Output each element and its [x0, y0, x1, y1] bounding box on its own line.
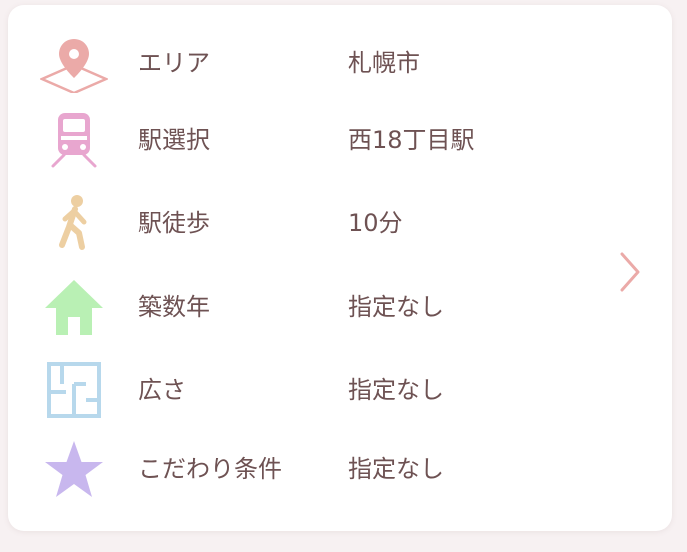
condition-label: こだわり条件: [138, 455, 282, 483]
house-icon: [40, 277, 108, 337]
condition-value: 指定なし: [348, 293, 444, 321]
condition-label: エリア: [138, 49, 210, 77]
map-pin-icon: [40, 33, 108, 93]
condition-label: 広さ: [138, 376, 186, 404]
condition-value: 札幌市: [348, 49, 420, 77]
condition-value: 10分: [348, 209, 403, 237]
chevron-right-icon[interactable]: [614, 249, 644, 295]
condition-value: 指定なし: [348, 455, 444, 483]
search-conditions-card[interactable]: エリア 札幌市 駅選択 西18丁目駅 駅徒歩 10分 築数年 指定なし 広さ 指…: [8, 5, 672, 531]
condition-row-special[interactable]: こだわり条件 指定なし: [8, 439, 608, 499]
star-icon: [40, 439, 108, 499]
condition-value: 西18丁目駅: [348, 126, 475, 154]
condition-row-station[interactable]: 駅選択 西18丁目駅: [8, 110, 608, 170]
condition-label: 築数年: [138, 293, 210, 321]
condition-label: 駅選択: [138, 126, 210, 154]
condition-label: 駅徒歩: [138, 209, 210, 237]
floor-plan-icon: [40, 360, 108, 420]
condition-row-walk-time[interactable]: 駅徒歩 10分: [8, 193, 608, 253]
condition-value: 指定なし: [348, 376, 444, 404]
walking-person-icon: [40, 193, 108, 253]
condition-row-area[interactable]: エリア 札幌市: [8, 33, 608, 93]
train-icon: [40, 110, 108, 170]
condition-row-floor-area[interactable]: 広さ 指定なし: [8, 360, 608, 420]
condition-row-building-age[interactable]: 築数年 指定なし: [8, 277, 608, 337]
